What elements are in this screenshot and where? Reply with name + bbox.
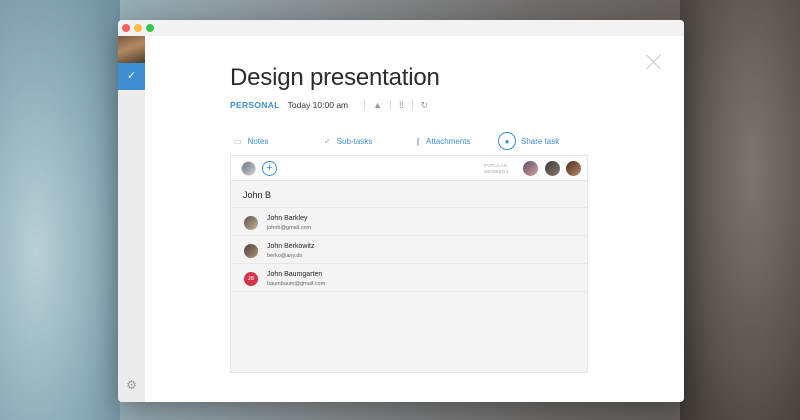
task-tabs: ▭ Notes ✓ Sub-tasks ∥ Attachments ● Shar… <box>230 132 590 150</box>
window-titlebar <box>118 20 684 36</box>
tab-share[interactable]: ● Share task <box>498 132 559 150</box>
task-meta: PERSONAL Today 10:00 am ▲ ‼ ↻ <box>230 98 428 112</box>
repeat-icon[interactable]: ↻ <box>421 100 429 111</box>
popular-label-line2: MEMBERS <box>484 168 509 174</box>
popular-member-avatar[interactable] <box>523 161 538 176</box>
tab-attachments[interactable]: ∥ Attachments <box>416 132 470 150</box>
zoom-window-button[interactable] <box>146 24 154 32</box>
avatar <box>244 244 258 258</box>
tab-attachments-label: Attachments <box>426 136 471 146</box>
result-email: johnb@gmail.com <box>267 225 312 231</box>
tasks-check-icon[interactable]: ✓ <box>118 63 145 90</box>
priority-icon[interactable]: ‼ <box>399 100 404 110</box>
popular-member-avatar[interactable] <box>545 161 560 176</box>
divider <box>364 100 366 110</box>
person-icon: ● <box>498 132 516 150</box>
result-name: John Baumgarten <box>267 271 323 278</box>
popular-label-line1: POPULAR <box>484 163 508 168</box>
task-title[interactable]: Design presentation <box>230 64 440 92</box>
result-name: John Barkley <box>267 215 308 222</box>
result-row[interactable]: JB John Baumgarten baumbaum@gmail.com <box>231 265 587 292</box>
tab-share-label: Share task <box>521 136 560 146</box>
result-name: John Berkowitz <box>267 243 315 250</box>
divider <box>390 100 392 110</box>
member-search-input[interactable] <box>243 187 563 202</box>
popular-member-avatar[interactable] <box>566 161 581 176</box>
user-avatar[interactable] <box>118 36 145 63</box>
share-panel: + POPULAR MEMBERS John Barkley johnb@gma… <box>230 155 588 373</box>
initials-avatar: JB <box>244 272 258 286</box>
tab-notes-label: Notes <box>247 136 269 146</box>
due-date[interactable]: Today 10:00 am <box>288 100 348 110</box>
result-email: berko@any.do <box>267 253 303 259</box>
paperclip-icon: ∥ <box>416 136 420 146</box>
minimize-window-button[interactable] <box>134 24 142 32</box>
popular-members-label: POPULAR MEMBERS <box>484 163 509 174</box>
task-window: ✓ ⚙ Design presentation PERSONAL Today 1… <box>118 20 684 402</box>
avatar <box>244 216 258 230</box>
background-right <box>680 0 800 420</box>
gear-icon[interactable]: ⚙ <box>125 379 138 392</box>
result-row[interactable]: John Barkley johnb@gmail.com <box>231 209 587 236</box>
tab-notes[interactable]: ▭ Notes <box>234 132 268 150</box>
close-icon[interactable] <box>646 54 662 70</box>
result-email: baumbaum@gmail.com <box>267 281 326 287</box>
tab-subtasks-label: Sub-tasks <box>336 136 373 146</box>
close-window-button[interactable] <box>122 24 130 32</box>
tab-subtasks[interactable]: ✓ Sub-tasks <box>324 132 372 150</box>
members-bar: + POPULAR MEMBERS <box>231 156 587 181</box>
background-left <box>0 0 120 420</box>
checklist-icon: ✓ <box>324 136 331 146</box>
sidebar: ✓ ⚙ <box>118 36 145 402</box>
reminder-bell-icon[interactable]: ▲ <box>373 100 382 110</box>
list-name[interactable]: PERSONAL <box>230 100 280 110</box>
divider <box>411 100 413 110</box>
result-row[interactable]: John Berkowitz berko@any.do <box>231 237 587 264</box>
note-icon: ▭ <box>234 136 242 146</box>
member-search-row <box>231 181 587 208</box>
add-member-button[interactable]: + <box>262 161 277 176</box>
member-avatar[interactable] <box>241 161 256 176</box>
